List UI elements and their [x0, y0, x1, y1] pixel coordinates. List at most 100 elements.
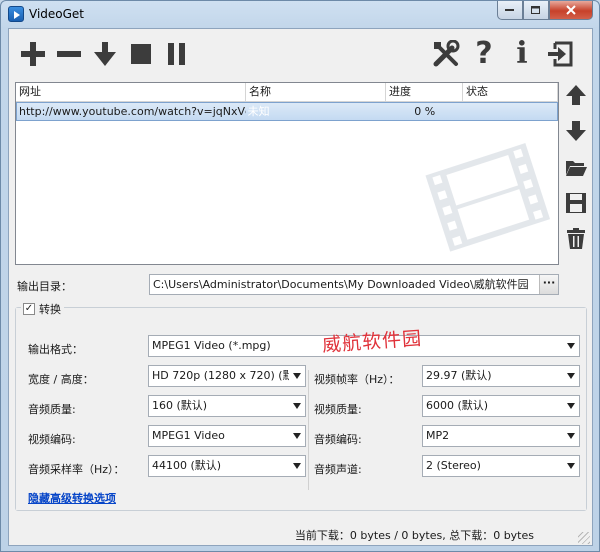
sample-rate-label: 音频采样率（Hz）：: [28, 463, 125, 476]
title-bar[interactable]: VideoGet: [1, 1, 599, 27]
maximize-button[interactable]: [523, 1, 549, 20]
minimize-button[interactable]: [497, 1, 523, 20]
close-icon: [566, 5, 576, 15]
format-value: MPEG1 Video (*.mpg): [152, 339, 271, 352]
audio-quality-label: 音频质量:: [28, 403, 76, 416]
minus-icon: [57, 51, 81, 57]
output-dir-field[interactable]: C:\Users\Administrator\Documents\My Down…: [149, 274, 559, 295]
sample-rate-value: 44100 (默认): [152, 459, 222, 472]
resize-grip-icon[interactable]: [578, 532, 590, 544]
convert-checkbox[interactable]: ✓: [23, 303, 35, 315]
audio-quality-select[interactable]: 160 (默认): [148, 395, 306, 417]
tools-icon: [433, 40, 460, 67]
move-down-button[interactable]: [565, 120, 587, 142]
audio-codec-select[interactable]: MP2: [422, 425, 580, 447]
remove-download-button[interactable]: [55, 39, 83, 69]
stop-button[interactable]: [127, 39, 155, 69]
status-bar: 当前下载：0 bytes / 0 bytes, 总下载：0 bytes: [9, 526, 592, 546]
channels-value: 2 (Stereo): [426, 459, 481, 472]
audio-codec-value: MP2: [426, 429, 450, 442]
output-dir-label: 输出目录：: [17, 280, 72, 293]
plus-icon: [21, 42, 45, 66]
save-button[interactable]: [565, 192, 587, 214]
chevron-down-icon: [289, 366, 305, 386]
exit-icon: [548, 41, 573, 67]
app-window: VideoGet ? i 网址 名称 进度 状态 http://www.yout…: [0, 0, 600, 552]
size-value: HD 720p (1280 x 720) (默认): [152, 369, 306, 382]
size-label: 宽度 / 高度：: [28, 373, 94, 386]
main-toolbar: [19, 39, 191, 69]
film-watermark-icon: [425, 143, 551, 252]
start-download-button[interactable]: [91, 39, 119, 69]
column-url[interactable]: 网址: [16, 83, 246, 102]
chevron-down-icon: [289, 396, 305, 416]
secondary-toolbar: ? i: [432, 39, 574, 69]
table-row[interactable]: http://www.youtube.com/watch?v=jqNxVc 未知…: [16, 102, 558, 121]
download-list[interactable]: 网址 名称 进度 状态 http://www.youtube.com/watch…: [15, 82, 559, 265]
list-actions: [565, 84, 587, 264]
convert-group-title: ✓ 转换: [21, 301, 64, 317]
move-up-button[interactable]: [565, 84, 587, 106]
channels-label: 音频声道:: [314, 463, 362, 476]
window-title: VideoGet: [29, 7, 85, 21]
add-download-button[interactable]: [19, 39, 47, 69]
chevron-down-icon: [563, 456, 579, 476]
convert-group: 输出格式： MPEG1 Video (*.mpg) 宽度 / 高度： HD 72…: [15, 301, 587, 511]
open-folder-icon: [566, 161, 587, 176]
chevron-down-icon: [289, 456, 305, 476]
row-status: [462, 103, 557, 120]
trash-icon: [567, 228, 585, 249]
column-status[interactable]: 状态: [463, 83, 558, 102]
help-button[interactable]: ?: [470, 39, 498, 69]
pause-button[interactable]: [163, 39, 191, 69]
download-arrow-icon: [94, 42, 116, 66]
video-codec-label: 视频编码:: [28, 433, 76, 446]
convert-title: 转换: [39, 303, 61, 316]
row-progress: 0 %: [414, 105, 436, 118]
column-name[interactable]: 名称: [246, 83, 386, 102]
sample-rate-select[interactable]: 44100 (默认): [148, 455, 306, 477]
column-progress[interactable]: 进度: [386, 83, 463, 102]
framerate-select[interactable]: 29.97 (默认): [422, 365, 580, 387]
size-select[interactable]: HD 720p (1280 x 720) (默认): [148, 365, 306, 387]
channels-select[interactable]: 2 (Stereo): [422, 455, 580, 477]
settings-button[interactable]: [432, 39, 460, 69]
exit-button[interactable]: [546, 39, 574, 69]
audio-quality-value: 160 (默认): [152, 399, 208, 412]
row-url: http://www.youtube.com/watch?v=jqNxVc: [19, 105, 246, 118]
video-codec-value: MPEG1 Video: [152, 429, 225, 442]
about-button[interactable]: i: [508, 39, 536, 69]
format-label: 输出格式：: [28, 343, 83, 356]
video-codec-select[interactable]: MPEG1 Video: [148, 425, 306, 447]
chevron-down-icon: [563, 336, 579, 356]
audio-codec-label: 音频编码:: [314, 433, 362, 446]
close-button[interactable]: [549, 1, 593, 20]
chevron-down-icon: [563, 366, 579, 386]
help-icon: ?: [475, 36, 493, 71]
chevron-down-icon: [289, 426, 305, 446]
hide-advanced-link[interactable]: 隐藏高级转换选项: [28, 490, 116, 506]
column-divider: [308, 370, 309, 490]
delete-button[interactable]: [565, 228, 587, 250]
video-quality-value: 6000 (默认): [426, 399, 489, 412]
app-logo-icon: [8, 6, 24, 22]
framerate-label: 视频帧率（Hz）：: [314, 373, 400, 386]
list-header: 网址 名称 进度 状态: [16, 83, 558, 102]
convert-panel: 输出格式： MPEG1 Video (*.mpg) 宽度 / 高度： HD 72…: [16, 308, 586, 510]
move-down-icon: [566, 121, 586, 141]
browse-button[interactable]: ···: [539, 275, 558, 294]
status-text: 当前下载：0 bytes / 0 bytes, 总下载：0 bytes: [294, 529, 534, 542]
video-quality-label: 视频质量:: [314, 403, 362, 416]
move-up-icon: [566, 85, 586, 105]
window-controls: [497, 1, 593, 20]
chevron-down-icon: [563, 396, 579, 416]
maximize-icon: [531, 5, 540, 14]
chevron-down-icon: [563, 426, 579, 446]
framerate-value: 29.97 (默认): [426, 369, 492, 382]
info-icon: i: [516, 36, 528, 71]
open-folder-button[interactable]: [565, 156, 587, 178]
client-area: ? i 网址 名称 进度 状态 http://www.youtube.com/w…: [8, 28, 593, 546]
video-quality-select[interactable]: 6000 (默认): [422, 395, 580, 417]
pause-icon: [168, 43, 185, 65]
save-icon: [566, 193, 586, 213]
